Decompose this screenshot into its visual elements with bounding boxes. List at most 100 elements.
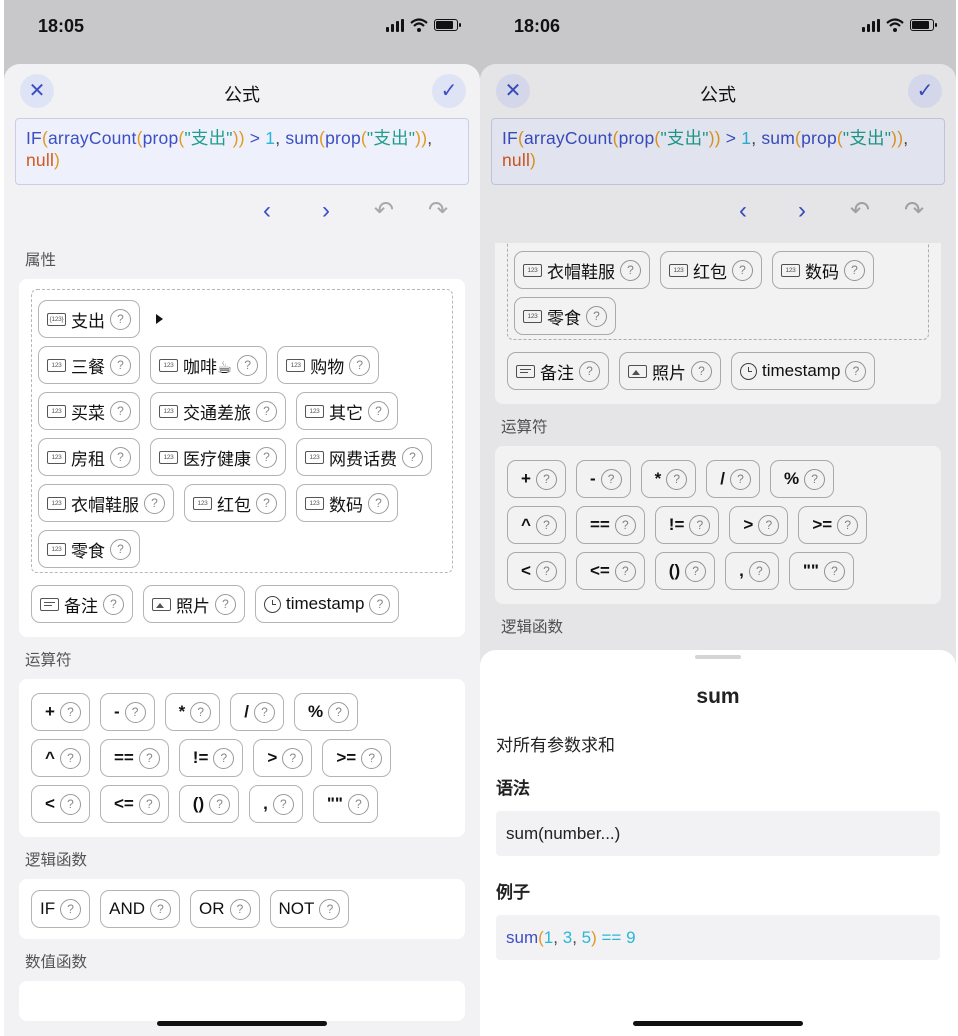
help-icon[interactable]: ?: [319, 898, 341, 920]
operator-chip[interactable]: ()?: [654, 552, 716, 590]
operator-chip[interactable]: *?: [164, 693, 221, 731]
help-icon[interactable]: ?: [402, 446, 423, 468]
function-chip[interactable]: NOT?: [269, 890, 350, 928]
property-chip-clock[interactable]: timestamp?: [255, 585, 400, 623]
operator-chip[interactable]: +?: [507, 460, 566, 498]
operator-chip[interactable]: ()?: [178, 785, 240, 823]
property-chip[interactable]: 123 零食?: [38, 530, 140, 568]
help-icon[interactable]: ?: [138, 793, 160, 815]
operator-chip[interactable]: %?: [293, 693, 359, 731]
help-icon[interactable]: ?: [253, 701, 275, 723]
operator-chip[interactable]: !=?: [178, 739, 244, 777]
operator-chip[interactable]: -?: [575, 460, 631, 498]
chevron-left-icon[interactable]: ‹: [263, 199, 271, 223]
operator-chip[interactable]: ==?: [575, 506, 645, 544]
help-icon[interactable]: ?: [535, 468, 557, 490]
property-chip[interactable]: 123 咖啡☕?: [150, 346, 268, 384]
operator-chip[interactable]: ^?: [31, 739, 90, 777]
help-icon[interactable]: ?: [60, 898, 82, 920]
help-icon[interactable]: ?: [110, 538, 131, 560]
help-icon[interactable]: ?: [368, 400, 389, 422]
property-chip-parent[interactable]: {123} 支出?: [38, 300, 140, 338]
operator-chip[interactable]: !=?: [654, 506, 720, 544]
redo-icon[interactable]: ↷: [904, 199, 924, 223]
property-chip[interactable]: 123 医疗健康?: [150, 438, 286, 476]
help-icon[interactable]: ?: [110, 354, 131, 376]
operator-chip[interactable]: ,?: [725, 552, 779, 590]
function-chip[interactable]: IF?: [31, 890, 91, 928]
property-chip[interactable]: 123 其它?: [296, 392, 398, 430]
help-icon[interactable]: ?: [614, 514, 636, 536]
operator-chip[interactable]: %?: [769, 460, 835, 498]
help-icon[interactable]: ?: [110, 446, 131, 468]
help-icon[interactable]: ?: [837, 514, 859, 536]
help-icon[interactable]: ?: [59, 701, 81, 723]
property-chip[interactable]: 123 买菜?: [38, 392, 140, 430]
operator-chip[interactable]: >=?: [322, 739, 392, 777]
help-icon[interactable]: ?: [369, 593, 391, 615]
help-icon[interactable]: ?: [368, 492, 389, 514]
help-icon[interactable]: ?: [256, 400, 277, 422]
property-chip[interactable]: 123 数码?: [296, 484, 398, 522]
help-icon[interactable]: ?: [758, 514, 780, 536]
property-chip[interactable]: 123 交通差旅?: [150, 392, 286, 430]
help-icon[interactable]: ?: [535, 514, 557, 536]
formula-input[interactable]: IF(arrayCount(prop("支出")) > 1, sum(prop(…: [15, 118, 469, 185]
help-icon[interactable]: ?: [110, 308, 131, 330]
operator-chip[interactable]: <=?: [575, 552, 645, 590]
help-icon[interactable]: ?: [59, 747, 81, 769]
help-icon[interactable]: ?: [190, 701, 212, 723]
help-icon[interactable]: ?: [620, 259, 641, 281]
help-icon[interactable]: ?: [823, 560, 845, 582]
help-icon[interactable]: ?: [138, 747, 160, 769]
confirm-button[interactable]: ✓: [908, 74, 942, 108]
help-icon[interactable]: ?: [804, 468, 826, 490]
help-icon[interactable]: ?: [361, 747, 383, 769]
chevron-right-icon[interactable]: ›: [798, 199, 806, 223]
help-icon[interactable]: ?: [600, 468, 622, 490]
help-icon[interactable]: ?: [144, 492, 165, 514]
help-icon[interactable]: ?: [691, 360, 712, 382]
operator-chip[interactable]: ,?: [249, 785, 303, 823]
operator-chip[interactable]: +?: [31, 693, 90, 731]
property-chip[interactable]: 123 红包?: [660, 251, 762, 289]
help-icon[interactable]: ?: [328, 701, 350, 723]
help-icon[interactable]: ?: [110, 400, 131, 422]
help-icon[interactable]: ?: [349, 354, 371, 376]
property-chip[interactable]: 123 房租?: [38, 438, 140, 476]
chevron-right-icon[interactable]: ›: [322, 199, 330, 223]
help-icon[interactable]: ?: [256, 492, 277, 514]
help-icon[interactable]: ?: [729, 468, 751, 490]
property-chip[interactable]: 123 衣帽鞋服?: [38, 484, 174, 522]
help-icon[interactable]: ?: [586, 305, 607, 327]
property-chip[interactable]: 123 网费话费?: [296, 438, 432, 476]
confirm-button[interactable]: ✓: [432, 74, 466, 108]
property-chip[interactable]: 123 数码?: [772, 251, 874, 289]
help-icon[interactable]: ?: [256, 446, 277, 468]
redo-icon[interactable]: ↷: [428, 199, 448, 223]
operator-chip[interactable]: ""?: [312, 785, 378, 823]
operator-chip[interactable]: >=?: [798, 506, 868, 544]
help-icon[interactable]: ?: [229, 898, 251, 920]
property-chip[interactable]: 123 零食?: [514, 297, 616, 335]
help-icon[interactable]: ?: [282, 747, 304, 769]
operator-chip[interactable]: ==?: [99, 739, 169, 777]
help-icon[interactable]: ?: [209, 793, 231, 815]
help-icon[interactable]: ?: [237, 354, 259, 376]
help-icon[interactable]: ?: [732, 259, 753, 281]
operator-chip[interactable]: <?: [507, 552, 566, 590]
help-icon[interactable]: ?: [579, 360, 600, 382]
help-icon[interactable]: ?: [59, 793, 81, 815]
help-icon[interactable]: ?: [215, 593, 236, 615]
operator-chip[interactable]: *?: [640, 460, 697, 498]
operator-chip[interactable]: /?: [230, 693, 284, 731]
operator-chip[interactable]: <=?: [99, 785, 169, 823]
function-chip[interactable]: OR?: [190, 890, 260, 928]
operator-chip[interactable]: ""?: [788, 552, 854, 590]
function-chip[interactable]: AND?: [100, 890, 181, 928]
help-icon[interactable]: ?: [685, 560, 707, 582]
property-chip[interactable]: 123 衣帽鞋服?: [514, 251, 650, 289]
help-icon[interactable]: ?: [272, 793, 294, 815]
undo-icon[interactable]: ↶: [374, 199, 394, 223]
property-chip[interactable]: 123 购物?: [277, 346, 380, 384]
